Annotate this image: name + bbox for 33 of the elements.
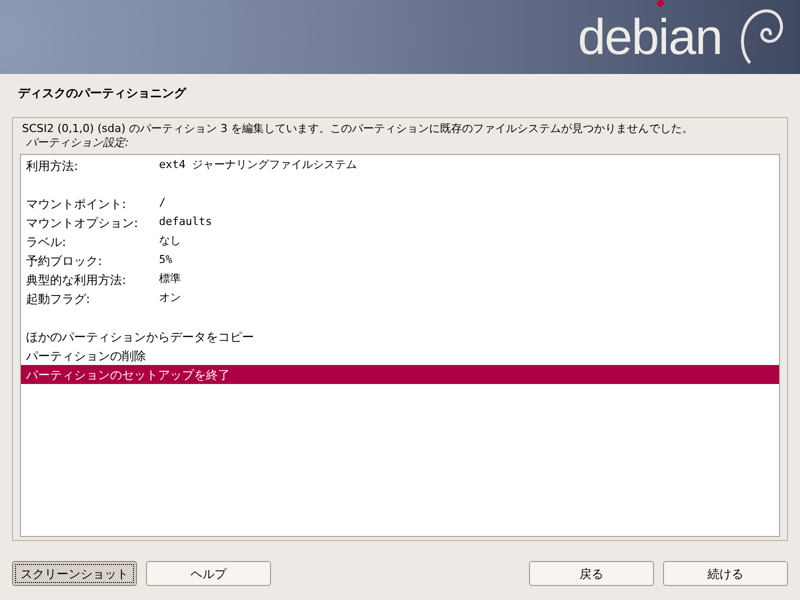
setting-value: オン (159, 290, 181, 306)
dialog-button[interactable]: 戻る (529, 561, 654, 586)
setting-label: 典型的な利用方法: (26, 272, 128, 288)
dialog-button[interactable]: スクリーンショット (12, 561, 137, 586)
list-item[interactable]: マウントオプション: defaults (21, 213, 779, 232)
list-item[interactable]: ラベル: なし (21, 232, 779, 251)
setting-value: / (159, 195, 166, 212)
prompt-text: パーティション設定: (25, 136, 130, 150)
dialog-button[interactable]: 続ける (663, 561, 788, 586)
setting-label: 起動フラグ: (26, 290, 92, 308)
list-item[interactable]: マウントポイント: / (21, 194, 779, 213)
setting-value: ext4 ジャーナリングファイルシステム (159, 157, 358, 174)
setting-value: defaults (159, 214, 212, 230)
list-item[interactable]: ほかのパーティションからデータをコピー (21, 327, 779, 346)
list-item[interactable]: 典型的な利用方法: 標準 (21, 270, 779, 289)
list-item[interactable]: パーティションの削除 (21, 346, 779, 365)
setting-label: 予約ブロック: (26, 252, 104, 270)
setting-label: マウントポイント: (26, 196, 128, 212)
logo-text: debian (578, 12, 722, 62)
setting-value: なし (159, 233, 181, 250)
setting-value: 標準 (159, 271, 181, 288)
message-text: SCSI2 (0,1,0) (sda) のパーティション 3 を編集しています。このパーティションに既存のファイルシステムが見つかりませんでした。 (21, 122, 694, 136)
swirl-icon (740, 7, 786, 67)
dialog-button[interactable]: ヘルプ (146, 561, 271, 586)
list-item[interactable]: 予約ブロック: 5% (21, 251, 779, 270)
setting-label: ラベル: (26, 234, 68, 250)
setting-value: 5% (159, 252, 172, 268)
setting-label: 利用方法: (26, 158, 80, 174)
list-item[interactable]: パーティションのセットアップを終了 (21, 365, 779, 384)
setting-label: マウントオプション: (26, 214, 140, 232)
list-item[interactable]: 利用方法: ext4 ジャーナリングファイルシステム (21, 156, 779, 175)
page-title: ディスクのパーティショニング (17, 85, 188, 102)
list-item[interactable]: 起動フラグ: オン (21, 289, 779, 308)
